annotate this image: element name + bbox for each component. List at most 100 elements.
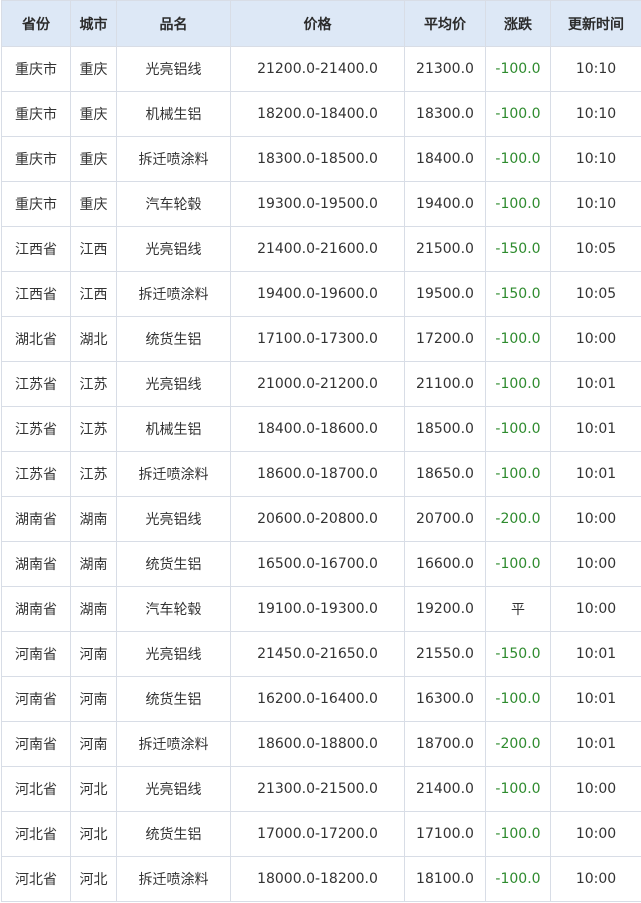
update-time-cell: 10:01 <box>550 361 641 407</box>
table-row: 河南省 河南 拆迁喷涂料 18600.0-18800.0 18700.0 -200.0 10… <box>1 721 641 767</box>
city-cell: 河北 <box>70 856 117 902</box>
table-row: 湖南省 湖南 汽车轮毂 19100.0-19300.0 19200.0 平 10:00 <box>1 586 641 632</box>
price-cell: 21200.0-21400.0 <box>230 46 405 92</box>
city-cell: 重庆 <box>70 91 117 137</box>
price-cell: 17100.0-17300.0 <box>230 316 405 362</box>
table-row: 江苏省 江苏 拆迁喷涂料 18600.0-18700.0 18650.0 -100.0 10… <box>1 451 641 497</box>
table-row: 河北省 河北 拆迁喷涂料 18000.0-18200.0 18100.0 -100.0 10… <box>1 856 641 902</box>
avg-price-cell: 20700.0 <box>404 496 486 542</box>
table-row: 湖北省 湖北 统货生铝 17100.0-17300.0 17200.0 -100.0 10:… <box>1 316 641 362</box>
price-cell: 19100.0-19300.0 <box>230 586 405 632</box>
update-time-cell: 10:00 <box>550 541 641 587</box>
product-cell: 光亮铝线 <box>116 46 231 92</box>
avg-price-cell: 16600.0 <box>404 541 486 587</box>
avg-price-cell: 21500.0 <box>404 226 486 272</box>
city-cell: 河南 <box>70 721 117 767</box>
province-cell: 江西省 <box>1 226 71 272</box>
change-cell: -100.0 <box>485 541 551 587</box>
change-cell: -100.0 <box>485 181 551 227</box>
city-cell: 河南 <box>70 631 117 677</box>
column-header-product: 品名 <box>116 0 231 47</box>
avg-price-cell: 21300.0 <box>404 46 486 92</box>
province-cell: 湖南省 <box>1 586 71 632</box>
province-cell: 江苏省 <box>1 451 71 497</box>
city-cell: 湖南 <box>70 541 117 587</box>
price-cell: 21400.0-21600.0 <box>230 226 405 272</box>
province-cell: 湖南省 <box>1 541 71 587</box>
update-time-cell: 10:10 <box>550 181 641 227</box>
table-row: 江苏省 江苏 机械生铝 18400.0-18600.0 18500.0 -100.0 10:… <box>1 406 641 452</box>
price-cell: 18000.0-18200.0 <box>230 856 405 902</box>
avg-price-cell: 21400.0 <box>404 766 486 812</box>
change-cell: -150.0 <box>485 226 551 272</box>
city-cell: 湖南 <box>70 496 117 542</box>
city-cell: 重庆 <box>70 46 117 92</box>
product-cell: 机械生铝 <box>116 91 231 137</box>
province-cell: 湖南省 <box>1 496 71 542</box>
change-cell: -100.0 <box>485 856 551 902</box>
change-cell: -100.0 <box>485 811 551 857</box>
province-cell: 河北省 <box>1 811 71 857</box>
update-time-cell: 10:01 <box>550 451 641 497</box>
table-row: 重庆市 重庆 汽车轮毂 19300.0-19500.0 19400.0 -100.0 10:… <box>1 181 641 227</box>
product-cell: 汽车轮毂 <box>116 181 231 227</box>
update-time-cell: 10:00 <box>550 766 641 812</box>
product-cell: 光亮铝线 <box>116 766 231 812</box>
update-time-cell: 10:05 <box>550 226 641 272</box>
avg-price-cell: 21100.0 <box>404 361 486 407</box>
product-cell: 光亮铝线 <box>116 361 231 407</box>
change-cell: -100.0 <box>485 316 551 362</box>
city-cell: 江苏 <box>70 361 117 407</box>
city-cell: 重庆 <box>70 181 117 227</box>
price-cell: 18200.0-18400.0 <box>230 91 405 137</box>
province-cell: 河北省 <box>1 766 71 812</box>
change-cell: -200.0 <box>485 496 551 542</box>
price-cell: 18600.0-18700.0 <box>230 451 405 497</box>
column-header-province: 省份 <box>1 0 71 47</box>
province-cell: 河南省 <box>1 721 71 767</box>
update-time-cell: 10:01 <box>550 631 641 677</box>
product-cell: 拆迁喷涂料 <box>116 271 231 317</box>
province-cell: 江苏省 <box>1 406 71 452</box>
avg-price-cell: 18100.0 <box>404 856 486 902</box>
change-cell: -100.0 <box>485 766 551 812</box>
product-cell: 统货生铝 <box>116 541 231 587</box>
table-row: 江西省 江西 光亮铝线 21400.0-21600.0 21500.0 -150.0 10:… <box>1 226 641 272</box>
product-cell: 光亮铝线 <box>116 226 231 272</box>
update-time-cell: 10:01 <box>550 676 641 722</box>
product-cell: 机械生铝 <box>116 406 231 452</box>
column-header-change: 涨跌 <box>485 0 551 47</box>
province-cell: 河南省 <box>1 631 71 677</box>
update-time-cell: 10:00 <box>550 811 641 857</box>
product-cell: 统货生铝 <box>116 316 231 362</box>
table-row: 河北省 河北 光亮铝线 21300.0-21500.0 21400.0 -100.0 10:… <box>1 766 641 812</box>
price-cell: 19400.0-19600.0 <box>230 271 405 317</box>
product-cell: 汽车轮毂 <box>116 586 231 632</box>
update-time-cell: 10:10 <box>550 46 641 92</box>
update-time-cell: 10:10 <box>550 91 641 137</box>
province-cell: 湖北省 <box>1 316 71 362</box>
avg-price-cell: 19400.0 <box>404 181 486 227</box>
column-header-price: 价格 <box>230 0 405 47</box>
province-cell: 重庆市 <box>1 46 71 92</box>
product-cell: 拆迁喷涂料 <box>116 721 231 767</box>
avg-price-cell: 18400.0 <box>404 136 486 182</box>
city-cell: 湖北 <box>70 316 117 362</box>
avg-price-cell: 18500.0 <box>404 406 486 452</box>
table-row: 河南省 河南 统货生铝 16200.0-16400.0 16300.0 -100.0 10:… <box>1 676 641 722</box>
avg-price-cell: 18700.0 <box>404 721 486 767</box>
product-cell: 拆迁喷涂料 <box>116 136 231 182</box>
column-header-avg-price: 平均价 <box>404 0 486 47</box>
column-header-update-time: 更新时间 <box>550 0 641 47</box>
change-cell: -150.0 <box>485 631 551 677</box>
avg-price-cell: 19500.0 <box>404 271 486 317</box>
province-cell: 江苏省 <box>1 361 71 407</box>
table-header: 省份 城市 品名 价格 平均价 涨跌 更新时间 <box>1 0 641 47</box>
price-cell: 16200.0-16400.0 <box>230 676 405 722</box>
product-cell: 统货生铝 <box>116 676 231 722</box>
header-row: 省份 城市 品名 价格 平均价 涨跌 更新时间 <box>1 0 641 47</box>
price-cell: 17000.0-17200.0 <box>230 811 405 857</box>
table-row: 河北省 河北 统货生铝 17000.0-17200.0 17100.0 -100.0 10:… <box>1 811 641 857</box>
change-cell: -100.0 <box>485 91 551 137</box>
change-cell: -100.0 <box>485 676 551 722</box>
